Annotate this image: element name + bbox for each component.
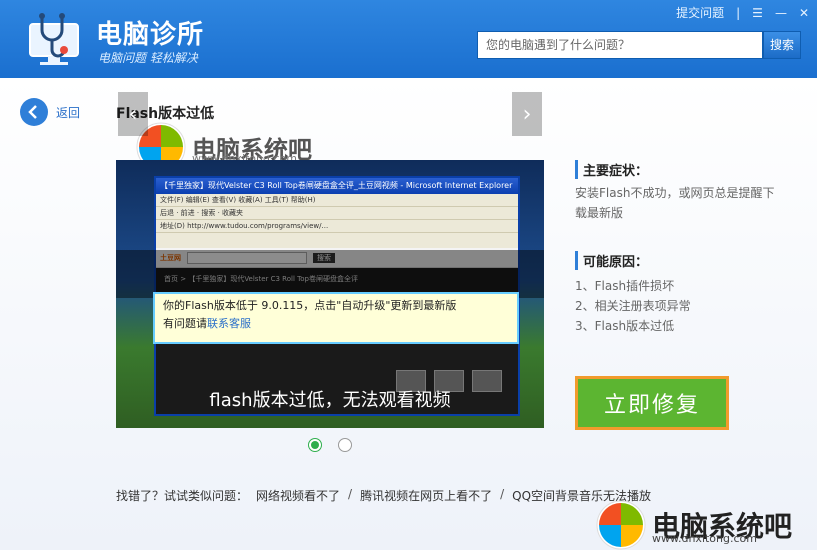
cause-item: 3、Flash版本过低 — [575, 319, 675, 333]
back-arrow-icon — [20, 98, 48, 126]
search-button[interactable]: 搜索 — [763, 31, 801, 59]
minimize-icon[interactable]: — — [775, 6, 787, 20]
separator: / — [348, 487, 353, 501]
fix-now-button[interactable]: 立即修复 — [575, 376, 729, 430]
ie-toolbar: 后退 · 前进 · 搜索 · 收藏夹 — [156, 207, 518, 220]
cause-list: 1、Flash插件损坏 2、相关注册表项异常 3、Flash版本过低 — [575, 276, 785, 336]
search-input[interactable]: 您的电脑遇到了什么问题？ — [477, 31, 763, 59]
watermark-bottom-url: www.dnxitong.com — [652, 532, 757, 545]
header-bar: 电脑诊所 电脑问题 轻松解决 提交问题 | ☰ — ✕ 您的电脑遇到了什么问题？… — [0, 0, 817, 78]
similar-link[interactable]: 网络视频看不了 — [256, 487, 340, 504]
back-button[interactable]: 返回 — [20, 98, 80, 126]
slide-dot-2[interactable] — [338, 438, 352, 452]
symptom-heading: 主要症状： — [575, 160, 785, 179]
app-title: 电脑诊所 — [96, 20, 205, 50]
cause-item: 2、相关注册表项异常 — [575, 299, 691, 313]
slide-prev-arrow[interactable]: ‹ — [118, 92, 148, 136]
similar-problems: 找错了？试试类似问题： 网络视频看不了 / 腾讯视频在网页上看不了 / QQ空间… — [116, 487, 651, 504]
cause-heading: 可能原因： — [575, 251, 785, 270]
flash-warning-box: 你的Flash版本低于 9.0.115，点击"自动升级"更新到最新版 有问题请联… — [153, 292, 519, 344]
similar-prefix: 找错了？试试类似问题： — [116, 489, 249, 503]
close-icon[interactable]: ✕ — [799, 6, 809, 20]
ie-titlebar: 【千里独家】现代Velster C3 Roll Top卷闸硬盘盒全评_土豆网视频… — [156, 178, 518, 194]
flash-warning-prefix: 有问题请 — [163, 317, 207, 330]
submit-question-link[interactable]: 提交问题 — [676, 4, 724, 21]
symptom-text: 安装Flash不成功，或网页总是提醒下载最新版 — [575, 186, 775, 220]
windows-logo-icon — [596, 500, 646, 550]
slide-pagination — [308, 438, 352, 452]
slide-next-arrow[interactable]: › — [512, 92, 542, 136]
similar-link[interactable]: 腾讯视频在网页上看不了 — [360, 487, 492, 504]
stethoscope-monitor-icon — [24, 10, 84, 68]
cause-item: 1、Flash插件损坏 — [575, 279, 675, 293]
problem-details: 主要症状： 安装Flash不成功，或网页总是提醒下载最新版 可能原因： 1、Fl… — [575, 160, 785, 336]
flash-warning-line2: 有问题请联系客服 — [163, 315, 509, 333]
ie-addressbar: 地址(D) http://www.tudou.com/programs/view… — [156, 220, 518, 233]
window-controls: 提交问题 | ☰ — ✕ — [676, 4, 809, 21]
contact-support-link[interactable]: 联系客服 — [207, 317, 251, 330]
slide-caption: flash版本过低，无法观看视频 — [209, 390, 451, 411]
flash-warning-line1: 你的Flash版本低于 9.0.115，点击"自动升级"更新到最新版 — [163, 299, 457, 312]
divider-icon: | — [736, 5, 741, 20]
back-label: 返回 — [56, 105, 81, 120]
watermark-bottom: 电脑系统吧 www.dnxitong.com — [596, 500, 792, 550]
menu-icon[interactable]: ☰ — [752, 6, 763, 20]
app-slogan: 电脑问题 轻松解决 — [98, 51, 198, 65]
separator: / — [500, 487, 505, 501]
slide-overlay — [116, 250, 544, 298]
slide-dot-1[interactable] — [308, 438, 322, 452]
ie-menubar: 文件(F) 编辑(E) 查看(V) 收藏(A) 工具(T) 帮助(H) — [156, 194, 518, 207]
